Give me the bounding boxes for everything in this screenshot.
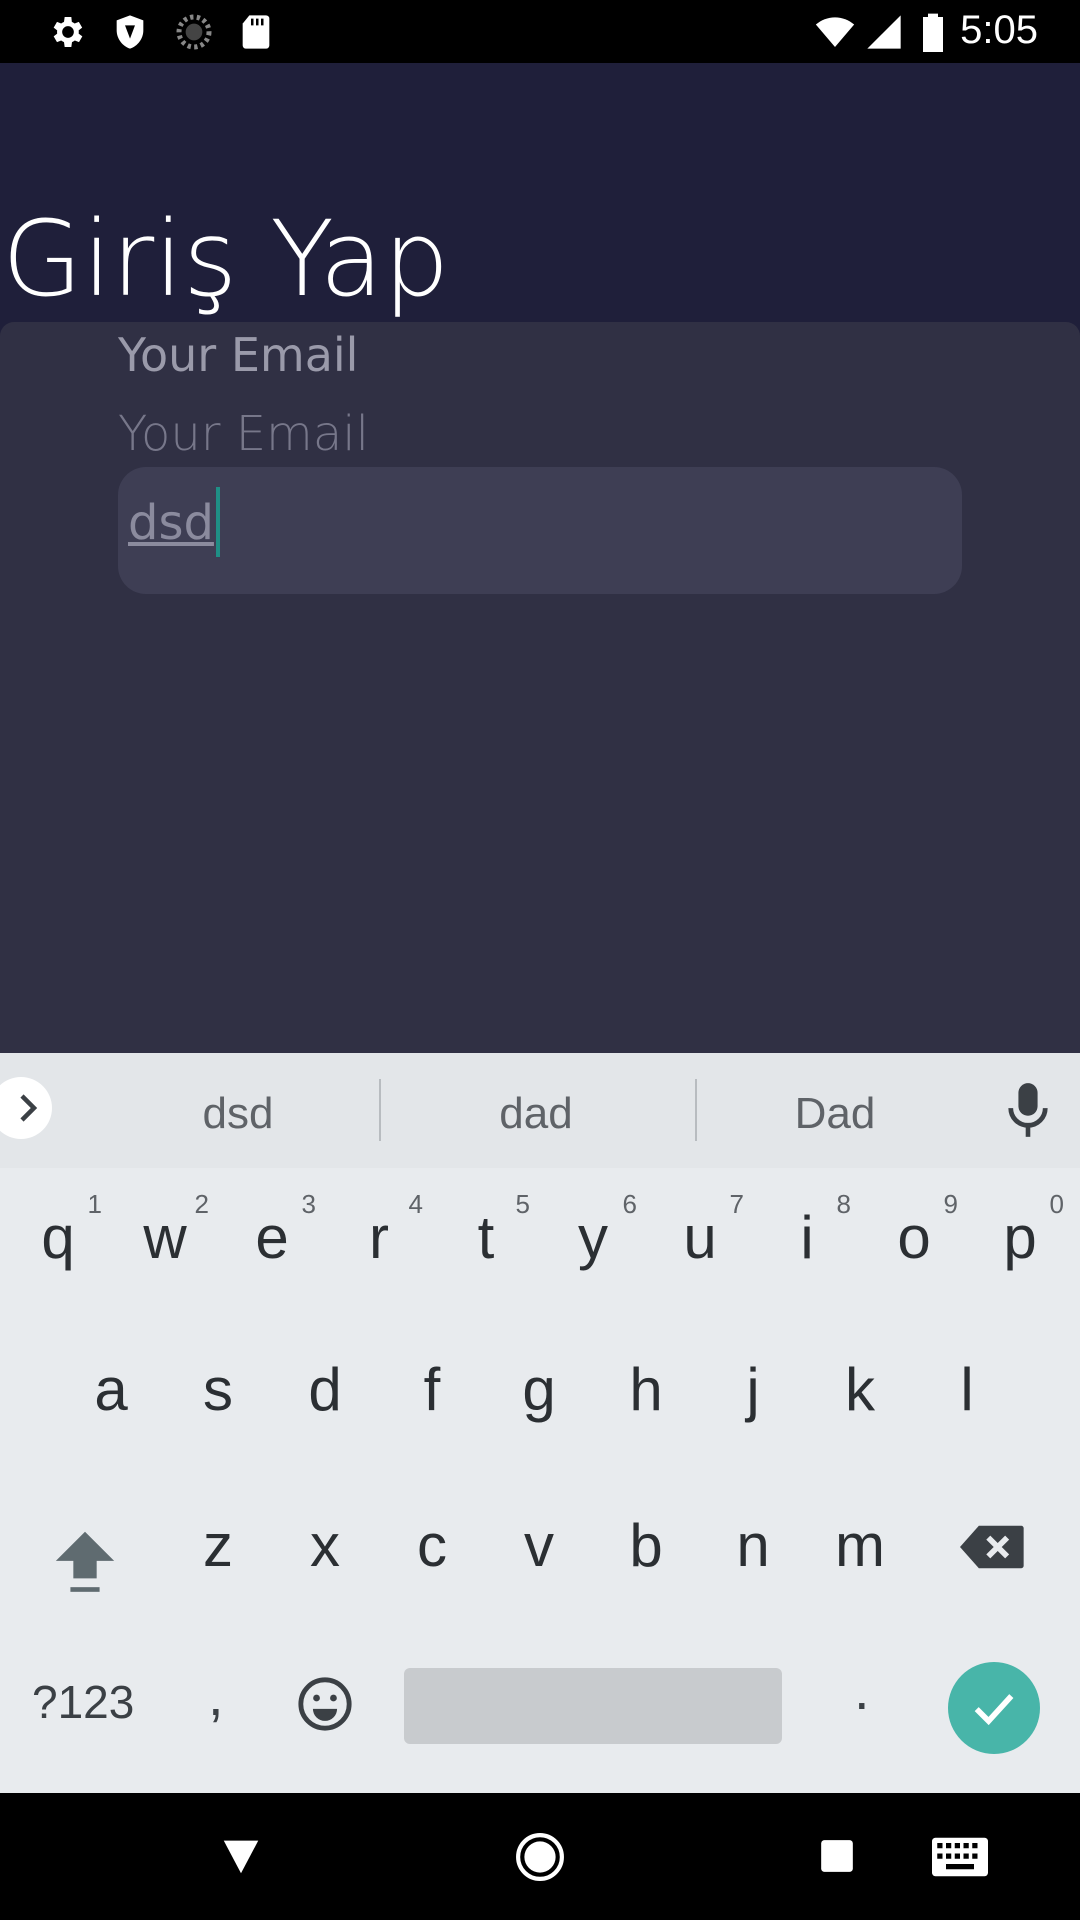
- login-form-panel: Your Email Your Email dsd: [0, 322, 1080, 1053]
- key-label: v: [524, 1512, 554, 1579]
- backspace-icon: [960, 1525, 1024, 1569]
- key-d[interactable]: d: [277, 1333, 373, 1453]
- cell-signal-icon: [867, 15, 901, 49]
- key-label: u: [683, 1204, 717, 1271]
- email-field-value: dsd: [128, 487, 220, 561]
- key-o[interactable]: 9o: [866, 1181, 962, 1301]
- space-bar[interactable]: [404, 1668, 782, 1744]
- key-label: h: [629, 1356, 663, 1423]
- key-label: t: [477, 1204, 495, 1271]
- suggestion-divider: [379, 1079, 381, 1141]
- sync-icon: [176, 14, 212, 50]
- key-t[interactable]: 5t: [438, 1181, 534, 1301]
- key-label: q: [41, 1204, 75, 1271]
- key-e[interactable]: 3e: [224, 1181, 320, 1301]
- sd-card-icon: [242, 15, 270, 49]
- key-label: r: [369, 1204, 389, 1271]
- key-label: n: [736, 1512, 770, 1579]
- shift-key[interactable]: [40, 1523, 130, 1633]
- comma-key[interactable]: ,: [208, 1663, 224, 1728]
- suggestion-strip: dsd dad Dad: [0, 1053, 1080, 1168]
- page-title: Giriş Yap: [2, 198, 450, 320]
- key-g[interactable]: g: [491, 1333, 587, 1453]
- key-c[interactable]: c: [384, 1489, 480, 1609]
- period-key[interactable]: .: [854, 1657, 870, 1722]
- key-label: s: [203, 1356, 233, 1423]
- key-label: a: [94, 1356, 128, 1423]
- recents-icon[interactable]: [818, 1837, 856, 1875]
- key-label: o: [897, 1204, 931, 1271]
- key-label: b: [629, 1512, 663, 1579]
- soft-keyboard: dsd dad Dad 1q 2w 3e 4r 5t 6y 7u 8i 9o 0…: [0, 1053, 1080, 1793]
- key-w[interactable]: 2w: [117, 1181, 213, 1301]
- suggestion-2[interactable]: dad: [396, 1089, 676, 1139]
- key-n[interactable]: n: [705, 1489, 801, 1609]
- key-u[interactable]: 7u: [652, 1181, 748, 1301]
- key-m[interactable]: m: [812, 1489, 908, 1609]
- keyboard-switch-icon[interactable]: [932, 1837, 988, 1877]
- status-bar: 5:05: [0, 0, 1080, 63]
- key-a[interactable]: a: [63, 1333, 159, 1453]
- expand-suggestions-button[interactable]: [0, 1077, 52, 1139]
- shift-icon: [55, 1531, 115, 1592]
- key-f[interactable]: f: [384, 1333, 480, 1453]
- navigation-bar: [0, 1793, 1080, 1920]
- suggestion-3[interactable]: Dad: [695, 1089, 975, 1139]
- key-i[interactable]: 8i: [759, 1181, 855, 1301]
- email-label: Your Email: [118, 328, 359, 382]
- key-label: g: [522, 1356, 556, 1423]
- key-label: p: [1003, 1204, 1037, 1271]
- emoji-key[interactable]: [296, 1675, 356, 1735]
- email-hint: Your Email: [118, 406, 369, 462]
- suggestion-1[interactable]: dsd: [98, 1089, 378, 1139]
- emoji-icon: [298, 1677, 352, 1731]
- email-field[interactable]: dsd: [118, 467, 962, 594]
- key-y[interactable]: 6y: [545, 1181, 641, 1301]
- key-label: y: [578, 1204, 608, 1271]
- key-q[interactable]: 1q: [10, 1181, 106, 1301]
- checkmark-icon: [974, 1694, 1014, 1726]
- key-label: x: [310, 1512, 340, 1579]
- email-text: dsd: [128, 495, 214, 551]
- key-label: l: [960, 1356, 974, 1423]
- chevron-right-icon: [20, 1094, 38, 1122]
- key-label: c: [417, 1512, 447, 1579]
- backspace-key[interactable]: [960, 1523, 1030, 1593]
- key-x[interactable]: x: [277, 1489, 373, 1609]
- key-h[interactable]: h: [598, 1333, 694, 1453]
- login-screen: Giriş Yap Your Email Your Email dsd: [0, 63, 1080, 1053]
- key-b[interactable]: b: [598, 1489, 694, 1609]
- key-label: i: [800, 1204, 814, 1271]
- clock: 5:05: [960, 8, 1038, 52]
- back-icon[interactable]: [218, 1833, 264, 1879]
- key-label: m: [835, 1512, 885, 1579]
- enter-key[interactable]: [948, 1662, 1040, 1754]
- key-label: k: [845, 1356, 875, 1423]
- key-label: d: [308, 1356, 342, 1423]
- key-z[interactable]: z: [170, 1489, 266, 1609]
- home-icon[interactable]: [515, 1832, 565, 1882]
- shield-icon: [116, 15, 144, 49]
- key-j[interactable]: j: [705, 1333, 801, 1453]
- key-label: j: [746, 1356, 760, 1423]
- key-k[interactable]: k: [812, 1333, 908, 1453]
- settings-icon: [53, 17, 83, 47]
- key-label: f: [423, 1356, 441, 1423]
- battery-icon: [923, 13, 943, 52]
- key-label: z: [203, 1512, 233, 1579]
- key-p[interactable]: 0p: [972, 1181, 1068, 1301]
- symbols-key[interactable]: ?123: [32, 1675, 134, 1729]
- microphone-icon[interactable]: [1005, 1081, 1051, 1139]
- key-v[interactable]: v: [491, 1489, 587, 1609]
- key-label: e: [255, 1204, 289, 1271]
- text-cursor: [215, 487, 220, 557]
- key-r[interactable]: 4r: [331, 1181, 427, 1301]
- wifi-icon: [815, 17, 855, 47]
- key-l[interactable]: l: [919, 1333, 1015, 1453]
- key-s[interactable]: s: [170, 1333, 266, 1453]
- key-label: w: [143, 1204, 187, 1271]
